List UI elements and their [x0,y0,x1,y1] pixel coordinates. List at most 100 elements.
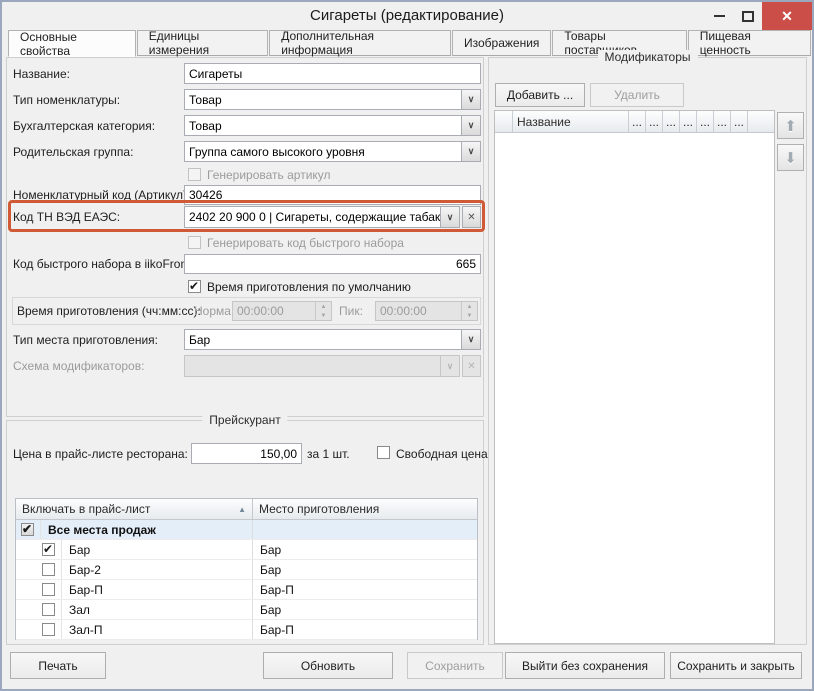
column-ellipsis[interactable]: ... [714,111,731,132]
name-label: Название: [13,67,70,81]
table-row[interactable]: Зал Бар [16,600,477,620]
article-label: Номенклатурный код (Артикул): [13,188,190,202]
spinner-up-icon: ▲ [316,302,331,311]
row-label: Бар-2 [62,563,101,577]
chevron-down-icon[interactable] [461,116,480,135]
column-ellipsis[interactable]: ... [697,111,714,132]
row-label: Бар [62,543,90,557]
modifiers-title: Модификаторы [597,50,697,64]
row-place: Бар-П [260,623,294,637]
chevron-down-icon[interactable] [461,90,480,109]
column-ellipsis[interactable]: ... [680,111,697,132]
quick-code-input[interactable]: 665 [184,254,481,274]
chevron-down-icon[interactable] [461,142,480,161]
chevron-down-icon[interactable] [440,207,459,227]
close-icon: ✕ [781,8,793,25]
price-label: Цена в прайс-листе ресторана: [13,447,188,461]
tab-images[interactable]: Изображения [452,30,551,56]
tnved-clear-button[interactable] [462,206,481,228]
column-cooking-place[interactable]: Место приготовления [253,499,477,519]
modifiers-table-header: Название ... ... ... ... ... ... ... [495,111,774,133]
table-row[interactable]: Бар-П Бар-П [16,580,477,600]
row-checkbox[interactable] [21,523,34,536]
tab-main-properties[interactable]: Основные свойства [8,30,136,57]
save-and-close-button[interactable]: Сохранить и закрыть [670,652,802,679]
row-checkbox[interactable] [42,603,55,616]
pricelist-table-header: Включать в прайс-лист ▲ Место приготовле… [16,499,477,520]
row-label: Зал-П [62,623,103,637]
sort-ascending-icon: ▲ [238,505,246,514]
spinner-down-icon: ▼ [316,311,331,320]
row-label: Бар-П [62,583,103,597]
column-include-in-pricelist[interactable]: Включать в прайс-лист ▲ [16,499,253,519]
maximize-button[interactable] [734,2,762,30]
print-button[interactable]: Печать [10,652,106,679]
name-input[interactable]: Сигареты [184,63,481,84]
move-down-button[interactable] [777,144,804,171]
row-checkbox[interactable] [42,583,55,596]
save-button: Сохранить [407,652,503,679]
default-cooking-time-checkbox[interactable] [188,280,201,293]
modifiers-panel: Модификаторы Добавить ... Удалить Назван… [488,57,807,645]
exit-without-saving-button[interactable]: Выйти без сохранения [505,652,665,679]
row-label: Все места продаж [41,523,156,537]
accounting-category-label: Бухгалтерская категория: [13,119,155,133]
row-checkbox[interactable] [42,543,55,556]
row-place: Бар [260,603,281,617]
minimize-icon [714,15,725,17]
modifiers-table: Название ... ... ... ... ... ... ... [494,110,775,644]
chevron-down-icon[interactable] [461,330,480,349]
generate-article-checkbox [188,168,201,181]
maximize-icon [742,11,754,22]
move-up-button[interactable] [777,112,804,139]
default-cooking-time-label: Время приготовления по умолчанию [207,280,411,294]
column-ellipsis[interactable]: ... [663,111,680,132]
modifier-scheme-select [184,355,460,377]
accounting-category-select[interactable]: Товар [184,115,481,136]
column-ellipsis[interactable]: ... [629,111,646,132]
parent-group-select[interactable]: Группа самого высокого уровня [184,141,481,162]
column-name[interactable]: Название [513,111,629,132]
peak-label: Пик: [339,304,363,318]
row-label: Зал [62,603,90,617]
quick-code-label: Код быстрого набора в iikoFront: [13,257,194,271]
table-row[interactable]: Бар-2 Бар [16,560,477,580]
nomenclature-type-label: Тип номенклатуры: [13,93,120,107]
modifier-scheme-clear-button [462,355,481,377]
price-input[interactable]: 150,00 [191,443,302,464]
cooking-place-type-select[interactable]: Бар [184,329,481,350]
peak-time-input: 00:00:00 ▲▼ [375,301,478,321]
spinner-down-icon: ▼ [462,311,477,320]
pricelist-table: Включать в прайс-лист ▲ Место приготовле… [15,498,478,640]
nomenclature-type-select[interactable]: Товар [184,89,481,110]
tab-units[interactable]: Единицы измерения [137,30,268,56]
cooking-place-type-label: Тип места приготовления: [13,333,158,347]
norm-time-input: 00:00:00 ▲▼ [232,301,332,321]
table-row[interactable]: Бар Бар [16,540,477,560]
column-marker [495,111,513,132]
tab-additional-info[interactable]: Дополнительная информация [269,30,451,56]
refresh-button[interactable]: Обновить [263,652,393,679]
peak-spinner: ▲▼ [461,302,477,320]
close-button[interactable]: ✕ [762,2,812,30]
row-place: Бар [260,563,281,577]
generate-quick-code-checkbox [188,236,201,249]
tab-nutrition[interactable]: Пищевая ценность [688,30,811,56]
minimize-button[interactable] [705,2,733,30]
window-title: Сигареты (редактирование) [2,7,812,24]
table-row[interactable]: Зал-П Бар-П [16,620,477,640]
column-ellipsis[interactable]: ... [731,111,748,132]
row-checkbox[interactable] [42,563,55,576]
main-properties-panel: Название: Сигареты Тип номенклатуры: Тов… [6,57,484,417]
row-checkbox[interactable] [42,623,55,636]
free-price-checkbox[interactable] [377,446,390,459]
tnved-select[interactable]: 2402 20 900 0 | Сигареты, содержащие таб… [184,206,460,228]
parent-group-label: Родительская группа: [13,145,133,159]
norm-label: Норма: [194,304,234,318]
column-ellipsis[interactable]: ... [646,111,663,132]
cooking-time-label: Время приготовления (чч:мм:сс): [17,304,201,318]
article-input[interactable]: 30426 [184,185,481,205]
row-place: Бар-П [260,583,294,597]
add-modifier-button[interactable]: Добавить ... [495,83,585,107]
table-row[interactable]: Все места продаж [16,520,477,540]
